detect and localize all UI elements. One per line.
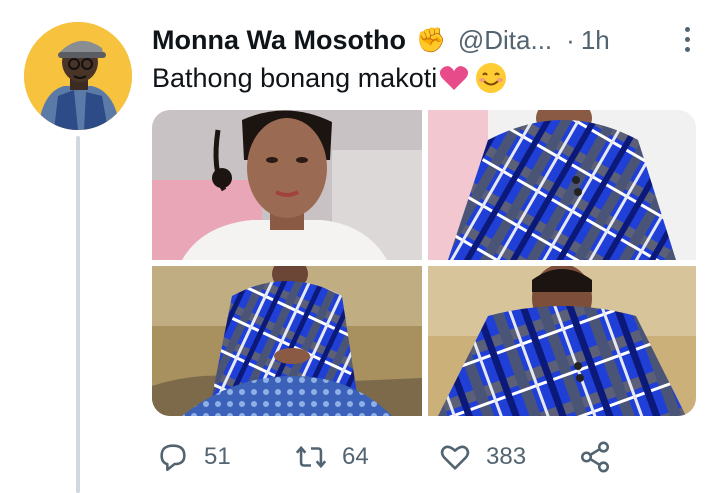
reply-icon	[160, 444, 186, 472]
media-grid	[152, 110, 696, 416]
heart-outline-icon	[440, 445, 470, 470]
share-button[interactable]	[578, 436, 612, 478]
avatar-illustration	[24, 22, 132, 130]
more-vertical-icon[interactable]	[680, 24, 694, 54]
smiling-face-icon	[476, 63, 507, 93]
like-count: 383	[486, 443, 527, 470]
author-name[interactable]: Monna Wa Mosotho	[152, 25, 406, 56]
reply-count: 51	[204, 443, 231, 470]
retweet-count: 64	[342, 443, 369, 470]
author-handle[interactable]: @Dita...	[458, 25, 552, 56]
photo-seated-blue-blanket[interactable]	[152, 266, 422, 416]
photo-smiling-blue-blanket[interactable]	[428, 266, 696, 416]
photo-blue-blanket-closeup[interactable]	[428, 110, 696, 260]
thread-line	[76, 136, 80, 493]
retweet-icon	[295, 445, 327, 469]
tweet-header: Monna Wa Mosotho ✊ @Dita... · 1h	[152, 22, 694, 58]
reply-button[interactable]: 51	[156, 436, 231, 478]
tweet-actions: 51 64 383	[152, 436, 622, 478]
author-name-emoji: ✊	[415, 26, 446, 54]
tweet-text-content: Bathong bonang makoti	[152, 62, 438, 93]
retweet-button[interactable]: 64	[294, 436, 369, 478]
tweet-text: Bathong bonang makoti	[152, 62, 507, 94]
tweet-timestamp[interactable]: 1h	[581, 25, 610, 56]
share-icon	[580, 441, 610, 473]
pink-heart-icon	[440, 66, 469, 90]
like-button[interactable]: 383	[438, 436, 526, 478]
avatar[interactable]	[24, 22, 132, 130]
separator-dot: ·	[566, 24, 575, 55]
photo-portrait-white-top[interactable]	[152, 110, 422, 260]
